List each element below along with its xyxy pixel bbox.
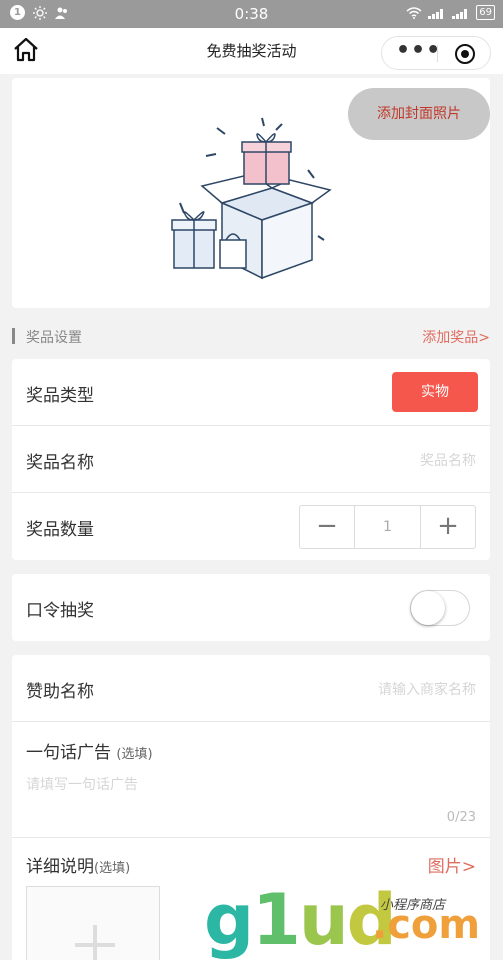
sponsor-name-row: 赞助名称 请输入商家名称 <box>12 655 490 722</box>
signal-2-icon <box>452 8 468 19</box>
detail-label-text: 详细说明 <box>26 857 94 877</box>
prize-settings-header: 奖品设置 添加奖品> <box>12 325 490 347</box>
increase-button[interactable]: + <box>421 506 475 548</box>
watermark: g1ud 小程序商店 .com <box>200 880 500 960</box>
ad-optional-text: (选填) <box>116 747 153 762</box>
ad-row: 一句话广告 (选填) 请填写一句话广告 0/23 <box>12 722 490 838</box>
status-bar: 1 0:38 69 <box>0 0 503 28</box>
password-draw-toggle[interactable] <box>410 590 470 626</box>
prize-type-label: 奖品类型 <box>26 386 94 406</box>
watermark-domain: .com <box>372 902 481 948</box>
prize-name-input[interactable]: 奖品名称 <box>420 450 476 470</box>
password-draw-card: 口令抽奖 <box>12 574 490 641</box>
prize-name-row: 奖品名称 奖品名称 <box>12 426 490 493</box>
prize-type-button[interactable]: 实物 <box>392 372 478 412</box>
watermark-brand: g1ud <box>204 879 397 960</box>
prize-card: 奖品类型 实物 奖品名称 奖品名称 奖品数量 − 1 + <box>12 359 490 560</box>
section-marker <box>12 328 15 344</box>
ad-label: 一句话广告 (选填) <box>26 738 153 763</box>
more-icon[interactable]: ••• <box>396 40 440 63</box>
detail-optional-text: (选填) <box>94 861 131 876</box>
ad-char-count: 0/23 <box>446 810 476 825</box>
ad-textarea[interactable]: 请填写一句话广告 <box>26 774 138 794</box>
gift-boxes-illustration <box>171 117 332 280</box>
prize-type-row: 奖品类型 实物 <box>12 359 490 426</box>
add-prize-link[interactable]: 添加奖品> <box>422 327 490 347</box>
plus-icon <box>75 925 115 960</box>
quantity-input[interactable]: 1 <box>354 506 421 548</box>
battery-icon: 69 <box>476 5 495 20</box>
sponsor-name-input[interactable]: 请输入商家名称 <box>378 679 476 699</box>
watermark-letter: u <box>298 879 349 960</box>
toggle-knob <box>411 591 445 625</box>
nav-bar: 免费抽奖活动 ••• <box>0 28 503 74</box>
watermark-letter: 1 <box>252 879 301 960</box>
decrease-button[interactable]: − <box>300 506 354 548</box>
detail-label: 详细说明(选填) <box>26 852 130 877</box>
add-picture-link[interactable]: 图片> <box>428 852 476 877</box>
password-draw-row: 口令抽奖 <box>12 574 490 641</box>
add-cover-photo-button[interactable]: 添加封面照片 <box>348 88 490 140</box>
close-miniprogram-icon[interactable] <box>455 44 475 64</box>
prize-name-label: 奖品名称 <box>26 453 94 473</box>
capsule-divider <box>437 45 438 62</box>
prize-quantity-row: 奖品数量 − 1 + <box>12 493 490 560</box>
signal-icon <box>428 8 444 19</box>
cover-image-area[interactable]: 添加封面照片 <box>12 78 490 308</box>
ad-label-text: 一句话广告 <box>26 743 111 763</box>
prize-quantity-label: 奖品数量 <box>26 520 94 540</box>
quantity-stepper: − 1 + <box>299 505 476 549</box>
section-title: 奖品设置 <box>26 330 82 346</box>
sponsor-name-label: 赞助名称 <box>26 682 94 702</box>
wifi-icon <box>406 6 422 19</box>
miniprogram-capsule: ••• <box>381 36 491 70</box>
password-draw-label: 口令抽奖 <box>26 601 94 621</box>
image-upload-box[interactable] <box>26 886 160 960</box>
watermark-letter: g <box>204 879 254 960</box>
